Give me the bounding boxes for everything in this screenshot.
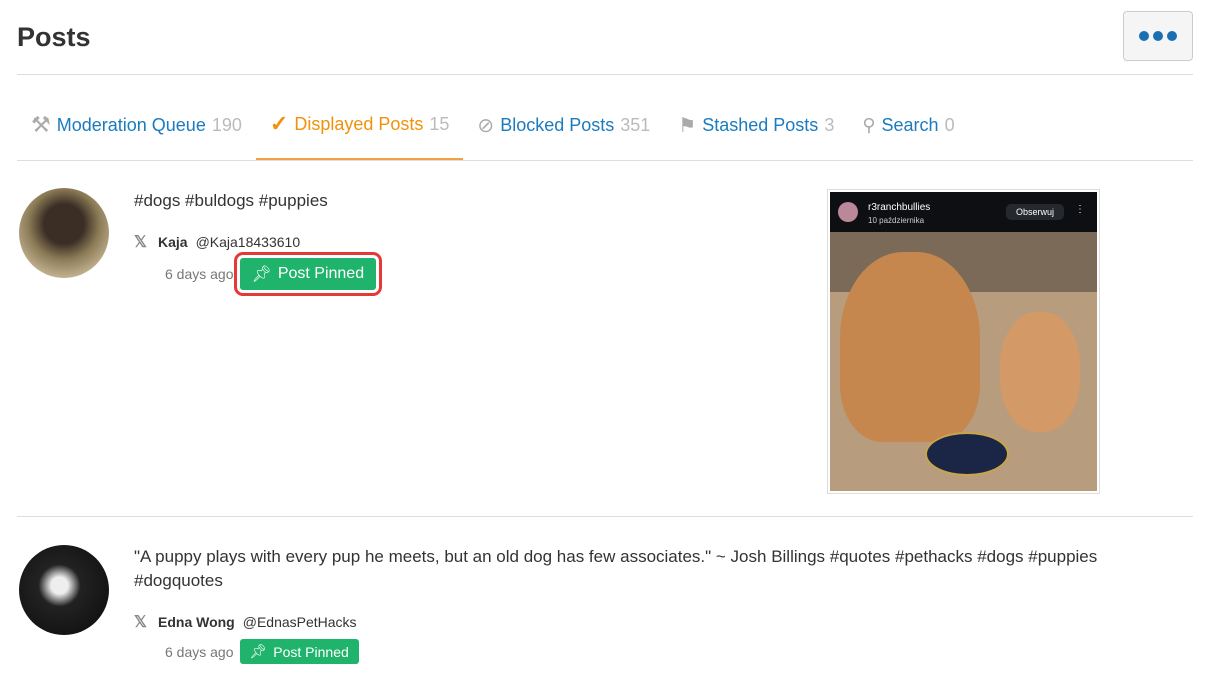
author-name: Edna Wong bbox=[158, 614, 235, 630]
post-text: "A puppy plays with every pup he meets, … bbox=[134, 547, 1098, 590]
tab-stashed-posts[interactable]: ⚑ Stashed Posts 3 bbox=[664, 90, 848, 160]
tab-bar: ⚒ Moderation Queue 190 ✓ Displayed Posts 15 … bbox=[17, 90, 969, 160]
tab-blocked-posts[interactable]: ⊘ Blocked Posts 351 bbox=[463, 90, 664, 160]
author-handle: @EdnasPetHacks bbox=[242, 614, 357, 630]
page-title: Posts bbox=[17, 22, 91, 52]
dot-icon bbox=[1139, 31, 1149, 41]
post-pinned-badge[interactable]: 📌︎ Post Pinned bbox=[239, 639, 359, 664]
watermark-logo bbox=[925, 432, 1009, 476]
post-item: "A puppy plays with every pup he meets, … bbox=[17, 516, 1193, 686]
tab-count: 351 bbox=[620, 114, 651, 135]
bulldog-shape bbox=[840, 252, 980, 442]
embedded-post-header: r3ranchbullies 10 października Obserwuj … bbox=[830, 192, 1097, 232]
tab-label: Moderation Queue bbox=[56, 114, 206, 135]
tab-label: Displayed Posts bbox=[294, 113, 424, 134]
divider bbox=[17, 74, 1193, 75]
embedded-avatar bbox=[838, 202, 858, 222]
post-meta: 6 days ago 📌︎ Post Pinned bbox=[165, 252, 383, 296]
pin-label: Post Pinned bbox=[273, 643, 349, 660]
post-meta: 6 days ago 📌︎ Post Pinned bbox=[165, 639, 359, 664]
tab-search[interactable]: ⚲ Search 0 bbox=[848, 90, 968, 160]
x-icon: 𝕏 bbox=[134, 234, 147, 251]
tab-count: 3 bbox=[824, 114, 835, 135]
tab-displayed-posts[interactable]: ✓ Displayed Posts 15 bbox=[255, 90, 464, 160]
search-icon: ⚲ bbox=[862, 114, 876, 135]
dot-icon bbox=[1153, 31, 1163, 41]
tab-moderation-queue[interactable]: ⚒ Moderation Queue 190 bbox=[17, 90, 256, 160]
tab-count: 15 bbox=[429, 113, 450, 134]
gavel-icon: ⚒ bbox=[31, 112, 51, 137]
post-author[interactable]: 𝕏 Edna Wong @EdnasPetHacks bbox=[134, 612, 357, 632]
tab-count: 0 bbox=[944, 114, 955, 135]
tab-label: Stashed Posts bbox=[702, 114, 819, 135]
pin-icon: 📌︎ bbox=[249, 643, 268, 659]
tab-count: 190 bbox=[211, 114, 242, 135]
embedded-date: 10 października bbox=[868, 216, 925, 225]
check-icon: ✓ bbox=[269, 111, 289, 136]
embedded-account: r3ranchbullies bbox=[868, 202, 931, 213]
puppy-shape bbox=[1000, 312, 1080, 432]
flag-icon: ⚑ bbox=[678, 114, 697, 137]
post-time: 6 days ago bbox=[165, 643, 234, 660]
embedded-follow-button: Obserwuj bbox=[1006, 204, 1065, 220]
post-text: #dogs #buldogs #puppies bbox=[134, 191, 328, 210]
pin-icon: 📌︎ bbox=[251, 266, 272, 283]
x-icon: 𝕏 bbox=[134, 614, 147, 631]
kebab-icon: ⋮ bbox=[1075, 204, 1085, 215]
post-image[interactable]: r3ranchbullies 10 października Obserwuj … bbox=[827, 189, 1100, 494]
author-handle: @Kaja18433610 bbox=[195, 234, 301, 250]
dot-icon bbox=[1167, 31, 1177, 41]
avatar[interactable] bbox=[19, 545, 109, 635]
pin-label: Post Pinned bbox=[277, 265, 365, 282]
blocked-icon: ⊘ bbox=[477, 114, 495, 137]
post-time: 6 days ago bbox=[165, 266, 234, 282]
avatar[interactable] bbox=[19, 188, 109, 278]
post-item: #dogs #buldogs #puppies 𝕏 Kaja @Kaja184336… bbox=[17, 160, 1193, 516]
tab-label: Blocked Posts bbox=[500, 114, 615, 135]
post-pinned-badge[interactable]: 📌︎ Post Pinned bbox=[233, 252, 383, 296]
tab-label: Search bbox=[881, 114, 939, 135]
post-author[interactable]: 𝕏 Kaja @Kaja18433610 bbox=[134, 232, 300, 252]
more-options-button[interactable] bbox=[1123, 11, 1193, 61]
author-name: Kaja bbox=[158, 234, 188, 250]
